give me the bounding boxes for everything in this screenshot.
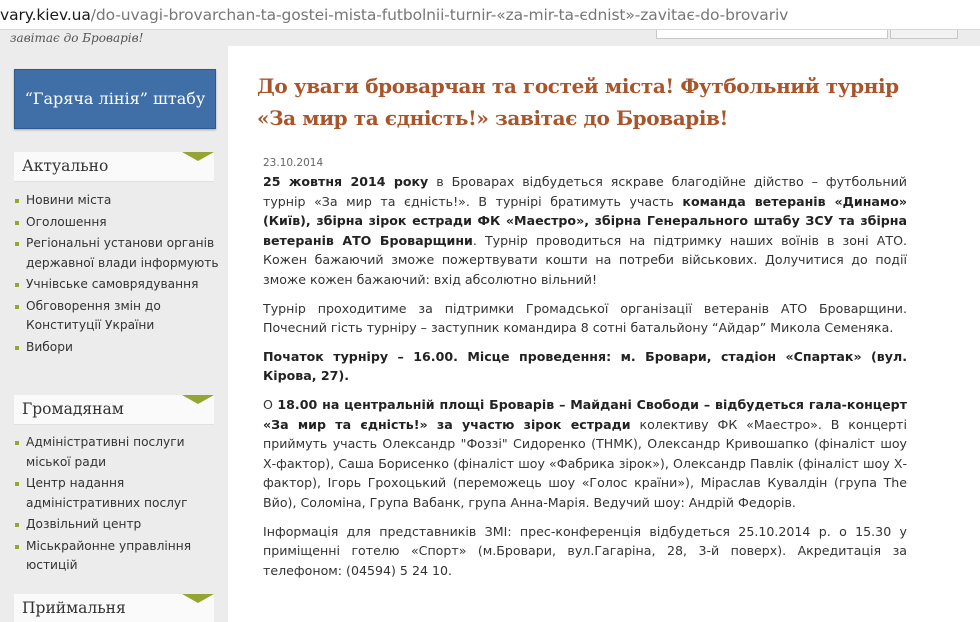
page: завітає до Броварів! “Гаряча лінія” штаб… (0, 30, 980, 622)
sidebar-block-title-actual: Актуально (14, 152, 214, 182)
paragraph-support: Турнір проходитиме за підтримки Громадсь… (263, 300, 907, 336)
block-title-text: Актуально (22, 157, 109, 175)
article-body: 25 жовтня 2014 року в Броварах відбудеть… (263, 172, 907, 589)
sidebar-item-label: Регіональні установи органів державної в… (26, 236, 219, 270)
sidebar-item-label: Вибори (26, 339, 73, 354)
bullet-icon (15, 544, 19, 549)
sidebar-item-label: Міськрайонне управління юстицій (26, 538, 192, 573)
paragraph-intro: 25 жовтня 2014 року в Броварах відбудеть… (263, 172, 907, 290)
sidebar: “Гаряча лінія” штабу Актуально Новини мі… (0, 46, 228, 622)
main-content: До уваги броварчан та гостей міста! Футб… (228, 46, 980, 622)
block-title-text: Приймальня (22, 599, 126, 617)
sidebar-item-admin-services[interactable]: Адміністративні послуги міської ради (14, 433, 219, 472)
sidebar-item-regional[interactable]: Регіональні установи органів державної в… (14, 234, 219, 273)
intro-date-bold: 25 жовтня 2014 року (263, 174, 429, 189)
sidebar-item-label: Центр надання адміністративних послуг (26, 476, 188, 510)
sidebar-item-label: Адміністративні послуги міської ради (26, 435, 185, 469)
sidebar-item-news[interactable]: Новини міста (14, 191, 219, 211)
sidebar-item-justice[interactable]: Міськрайонне управління юстицій (14, 537, 219, 576)
triangle-icon (182, 152, 214, 161)
sidebar-menu-citizens: Адміністративні послуги міської ради Цен… (14, 433, 219, 578)
bullet-icon (15, 220, 19, 225)
bullet-icon (15, 523, 19, 527)
sidebar-block-title-citizens: Громадянам (14, 395, 214, 425)
bullet-icon (15, 304, 19, 309)
bullet-icon (15, 345, 19, 350)
triangle-icon (182, 395, 214, 404)
bullet-icon (15, 441, 19, 445)
bullet-icon (15, 199, 19, 203)
sidebar-item-announcements[interactable]: Оголошення (14, 213, 219, 233)
paragraph-press: Інформація для представників ЗМІ: прес-к… (263, 523, 907, 578)
url-path: /do-uvagi-brovarchan-ta-gostei-mista-fut… (90, 6, 789, 24)
article-date: 23.10.2014 (263, 157, 324, 169)
search-button[interactable] (890, 30, 958, 39)
sidebar-item-elections[interactable]: Вибори (14, 338, 219, 358)
triangle-icon (182, 594, 214, 603)
site-slogan: завітає до Броварів! (10, 31, 144, 45)
sidebar-block-title-reception: Приймальня (14, 594, 214, 622)
sidebar-item-permit-center[interactable]: Дозвільний центр (14, 515, 219, 535)
bullet-icon (15, 482, 19, 486)
start-bold: Початок турніру – 16.00. Місце проведенн… (263, 348, 907, 384)
search-input[interactable] (656, 30, 888, 39)
paragraph-concert: О 18.00 на центральній площі Броварів – … (263, 395, 907, 513)
hotline-banner[interactable]: “Гаряча лінія” штабу (14, 69, 216, 129)
concert-text-1: О (263, 396, 278, 412)
paragraph-start: Початок турніру – 16.00. Місце проведенн… (263, 347, 907, 386)
sidebar-menu-actual: Новини міста Оголошення Регіональні уста… (14, 191, 219, 359)
bullet-icon (15, 242, 19, 246)
sidebar-item-service-center[interactable]: Центр надання адміністративних послуг (14, 474, 219, 513)
address-bar[interactable]: vary.kiev.ua/do-uvagi-brovarchan-ta-gost… (0, 0, 980, 30)
block-title-text: Громадянам (22, 400, 124, 418)
sidebar-item-label: Новини міста (26, 193, 112, 207)
sidebar-item-label: Обговорення змін до Конституції України (26, 298, 161, 333)
sidebar-item-label: Дозвільний центр (26, 517, 142, 531)
sidebar-item-label: Учнівське самоврядування (26, 277, 199, 291)
url-host: vary.kiev.ua (0, 6, 91, 24)
url-text[interactable]: vary.kiev.ua/do-uvagi-brovarchan-ta-gost… (0, 6, 788, 24)
sidebar-item-student[interactable]: Учнівське самоврядування (14, 275, 219, 295)
sidebar-item-constitution[interactable]: Обговорення змін до Конституції України (14, 297, 219, 336)
bullet-icon (15, 283, 19, 287)
article-title: До уваги броварчан та гостей міста! Футб… (257, 74, 899, 130)
sidebar-item-label: Оголошення (26, 214, 107, 229)
